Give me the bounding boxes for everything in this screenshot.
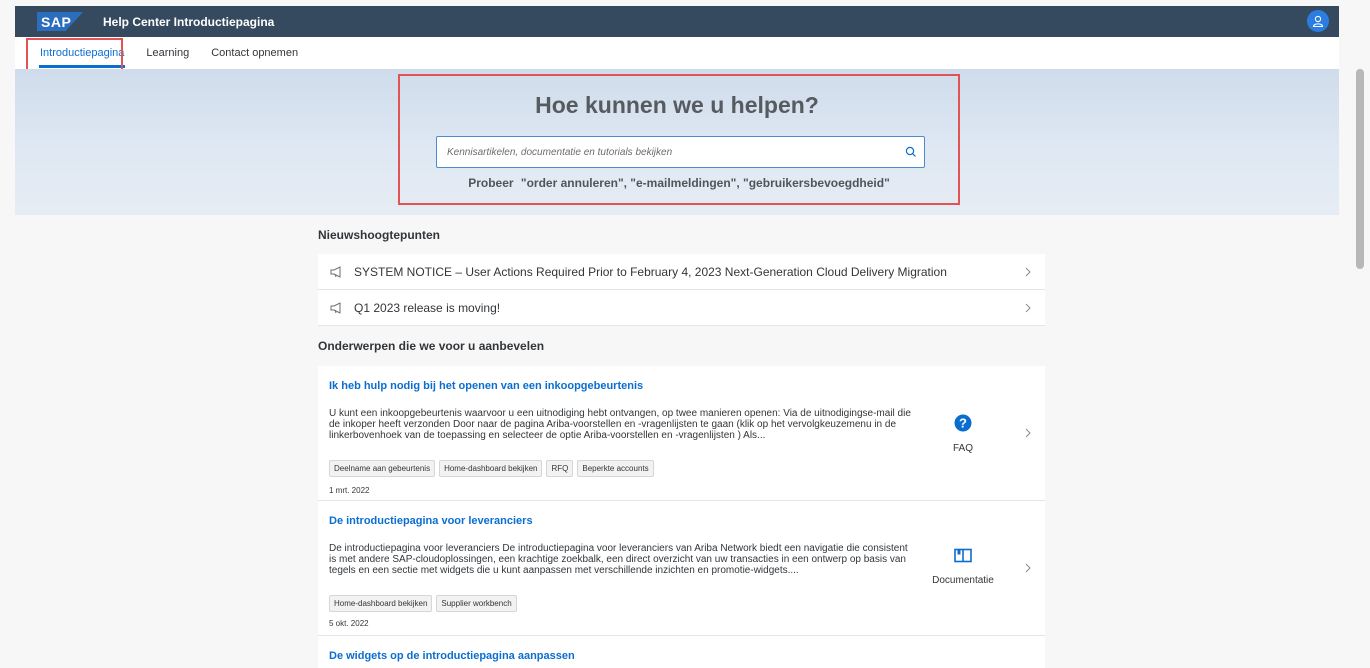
tag[interactable]: Home-dashboard bekijken [329,595,433,612]
topic-title-link[interactable]: De widgets op de introductiepagina aanpa… [329,650,575,662]
shell-bar: SAP Help Center Introductiepagina [15,6,1339,37]
topic-type-label: FAQ [952,443,973,454]
tag[interactable]: Home-dashboard bekijken [439,460,543,477]
chevron-right-icon [1025,267,1031,276]
tag[interactable]: Deelname aan gebeurtenis [329,460,436,477]
chevron-right-icon [1025,563,1031,573]
recommended-heading: Onderwerpen die we voor u aanbevelen [318,339,545,353]
svg-text:?: ? [959,416,967,431]
tag-list: Home-dashboard bekijken Supplier workben… [329,595,517,612]
tag[interactable]: Beperkte accounts [577,460,654,477]
topic-date: 5 okt. 2022 [329,619,369,628]
tab-contact-opnemen[interactable]: Contact opnemen [200,37,309,69]
megaphone-icon [330,265,341,278]
topic-type: Documentatie [930,548,996,586]
news-item-label: Q1 2023 release is moving! [354,300,501,315]
user-icon [1312,15,1324,27]
search-hint: Probeer "order annuleren", "e-mailmeldin… [15,176,1339,190]
book-icon [954,548,972,563]
search-icon[interactable] [904,145,918,159]
topic-card[interactable]: De widgets op de introductiepagina aanpa… [318,636,1045,668]
user-avatar-button[interactable] [1307,10,1329,32]
megaphone-icon [330,301,341,314]
tag[interactable]: RFQ [546,460,574,477]
topic-title-link[interactable]: Ik heb hulp nodig bij het openen van een… [329,380,643,392]
topic-type: ? FAQ [930,414,996,454]
news-heading: Nieuwshoogtepunten [318,228,440,242]
sap-logo[interactable]: SAP [37,12,83,31]
tag[interactable]: Supplier workbench [436,595,517,612]
topic-title-link[interactable]: De introductiepagina voor leveranciers [329,515,533,527]
tag-list: Deelname aan gebeurtenis Home-dashboard … [329,460,654,477]
hint-examples[interactable]: "order annuleren", "e-mailmeldingen", "g… [521,176,890,190]
topic-type-label: Documentatie [932,575,994,586]
hint-prefix: Probeer [468,176,514,190]
tab-learning[interactable]: Learning [135,37,200,69]
tab-bar: Introductiepagina Learning Contact opnem… [15,37,1339,69]
search-box [436,136,925,168]
topic-description: U kunt een inkoopgebeurtenis waarvoor u … [329,408,911,441]
topic-date: 1 mrt. 2022 [329,486,370,495]
news-item-label: SYSTEM NOTICE – User Actions Required Pr… [354,264,947,279]
chevron-right-icon [1025,303,1031,312]
question-icon: ? [954,414,972,432]
app-title: Help Center Introductiepagina [103,14,275,29]
news-item[interactable]: SYSTEM NOTICE – User Actions Required Pr… [318,254,1045,290]
hero-section: Hoe kunnen we u helpen? Probeer "order a… [15,69,1339,215]
chevron-right-icon [1025,428,1031,438]
news-item[interactable]: Q1 2023 release is moving! [318,290,1045,326]
hero-title: Hoe kunnen we u helpen? [535,92,819,118]
topic-card[interactable]: De introductiepagina voor leveranciers D… [318,501,1045,636]
topic-card[interactable]: Ik heb hulp nodig bij het openen van een… [318,366,1045,501]
scrollbar[interactable] [1356,69,1364,269]
search-input[interactable] [445,145,889,159]
topic-description: De introductiepagina voor leveranciers D… [329,543,908,576]
tab-introductiepagina[interactable]: Introductiepagina [29,37,135,69]
